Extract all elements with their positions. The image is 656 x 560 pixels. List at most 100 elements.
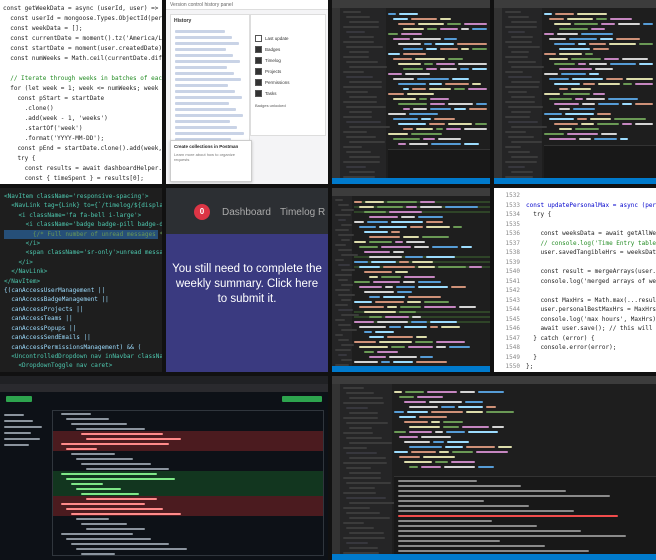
notification-badge[interactable]: 0 <box>194 204 210 220</box>
explorer-item[interactable] <box>343 101 378 103</box>
checklist-item[interactable]: Projects <box>251 66 325 77</box>
history-row[interactable] <box>175 90 235 93</box>
explorer-item[interactable] <box>335 259 345 261</box>
history-row[interactable] <box>175 114 243 117</box>
explorer-item[interactable] <box>349 21 380 23</box>
explorer-item[interactable] <box>349 36 375 38</box>
history-row[interactable] <box>175 66 227 69</box>
explorer-item[interactable] <box>343 462 388 464</box>
explorer-item[interactable] <box>349 66 388 68</box>
explorer-item[interactable] <box>343 11 362 13</box>
history-row[interactable] <box>175 108 236 111</box>
file-tree-item[interactable] <box>4 426 42 428</box>
explorer-item[interactable] <box>338 339 349 341</box>
explorer-item[interactable] <box>338 204 349 206</box>
explorer-item[interactable] <box>508 76 532 78</box>
file-tree-item[interactable] <box>4 432 31 434</box>
toast-message[interactable]: You still need to complete the weekly su… <box>166 234 328 307</box>
explorer-item[interactable] <box>346 46 384 48</box>
history-row[interactable] <box>175 96 242 99</box>
checkbox[interactable] <box>255 57 262 64</box>
explorer-item[interactable] <box>335 214 351 216</box>
explorer-item[interactable] <box>508 61 536 63</box>
checkbox[interactable] <box>255 46 262 53</box>
explorer-item[interactable] <box>349 397 384 399</box>
explorer-item[interactable] <box>511 51 529 53</box>
explorer-item[interactable] <box>511 81 540 83</box>
explorer-item[interactable] <box>349 472 381 474</box>
explorer-item[interactable] <box>335 229 349 231</box>
explorer-item[interactable] <box>343 146 362 148</box>
explorer-item[interactable] <box>335 199 343 201</box>
explorer-item[interactable] <box>349 96 378 98</box>
history-row[interactable] <box>175 120 230 123</box>
checklist-item[interactable]: Last update <box>251 33 325 44</box>
explorer-item[interactable] <box>338 294 356 296</box>
explorer-item[interactable] <box>349 141 385 143</box>
nav-timelog[interactable]: Timelog <box>280 207 315 218</box>
explorer-item[interactable] <box>505 161 537 163</box>
explorer-item[interactable] <box>335 274 352 276</box>
explorer-item[interactable] <box>346 76 374 78</box>
explorer-item[interactable] <box>508 106 543 108</box>
explorer-item[interactable] <box>338 354 347 356</box>
explorer-item[interactable] <box>343 507 371 509</box>
explorer-item[interactable] <box>343 537 385 539</box>
explorer-item[interactable] <box>511 36 533 38</box>
explorer-item[interactable] <box>508 91 528 93</box>
explorer-item[interactable] <box>508 151 530 153</box>
explorer-item[interactable] <box>508 16 530 18</box>
explorer-item[interactable] <box>338 279 348 281</box>
explorer-item[interactable] <box>505 146 522 148</box>
explorer-item[interactable] <box>505 131 526 133</box>
weekly-summary-toast[interactable]: You still need to complete the weekly su… <box>166 234 328 372</box>
review-button[interactable] <box>282 396 322 402</box>
explorer-item[interactable] <box>508 31 525 33</box>
history-row[interactable] <box>175 60 240 63</box>
explorer-item[interactable] <box>335 304 348 306</box>
explorer-item[interactable] <box>505 41 533 43</box>
explorer-item[interactable] <box>349 171 375 173</box>
explorer-item[interactable] <box>338 309 354 311</box>
checklist-item[interactable]: Tasks <box>251 88 325 99</box>
checkbox[interactable] <box>255 35 262 42</box>
history-row[interactable] <box>175 54 233 57</box>
explorer-item[interactable] <box>346 121 381 123</box>
explorer-item[interactable] <box>346 542 369 544</box>
explorer-item[interactable] <box>511 66 545 68</box>
explorer-item[interactable] <box>349 81 383 83</box>
explorer-item[interactable] <box>349 427 372 429</box>
explorer-item[interactable] <box>341 299 351 301</box>
explorer-item[interactable] <box>346 512 380 514</box>
explorer-item[interactable] <box>346 151 371 153</box>
checkbox[interactable] <box>255 68 262 75</box>
explorer-item[interactable] <box>341 284 354 286</box>
explorer-item[interactable] <box>341 209 355 211</box>
explorer-item[interactable] <box>505 101 535 103</box>
explorer-item[interactable] <box>338 234 355 236</box>
explorer-item[interactable] <box>343 417 379 419</box>
nav-extra[interactable]: R <box>318 207 325 218</box>
explorer-item[interactable] <box>505 11 521 13</box>
explorer-item[interactable] <box>511 171 534 173</box>
explorer-item[interactable] <box>508 136 534 138</box>
checkbox[interactable] <box>255 79 262 86</box>
explorer-item[interactable] <box>349 51 370 53</box>
history-row[interactable] <box>175 30 225 33</box>
explorer-item[interactable] <box>349 457 387 459</box>
explorer-item[interactable] <box>511 21 538 23</box>
explorer-item[interactable] <box>338 264 350 266</box>
explorer-item[interactable] <box>335 289 350 291</box>
explorer-item[interactable] <box>511 156 538 158</box>
history-row[interactable] <box>175 84 228 87</box>
explorer-item[interactable] <box>508 166 526 168</box>
explorer-item[interactable] <box>338 324 351 326</box>
explorer-item[interactable] <box>346 166 366 168</box>
explorer-item[interactable] <box>349 126 390 128</box>
explorer-item[interactable] <box>346 437 383 439</box>
file-tree-item[interactable] <box>4 414 24 416</box>
explorer-item[interactable] <box>343 387 364 389</box>
explorer-item[interactable] <box>343 131 367 133</box>
explorer-item[interactable] <box>505 56 528 58</box>
history-row[interactable] <box>175 48 226 51</box>
